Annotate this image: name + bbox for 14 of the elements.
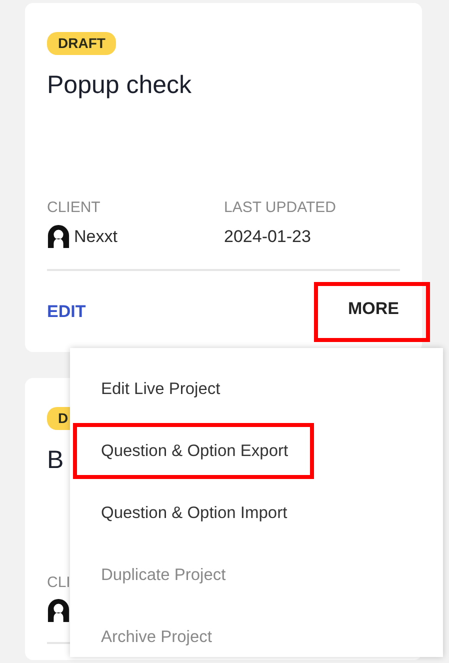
edit-link[interactable]: EDIT — [47, 299, 86, 324]
more-button[interactable]: MORE — [314, 282, 430, 342]
client-label: CLI — [47, 573, 70, 593]
avatar-icon — [47, 598, 70, 622]
updated-label: LAST UPDATED — [224, 198, 336, 218]
project-title: Popup check — [47, 70, 192, 101]
client-label: CLIENT — [47, 198, 102, 218]
project-title: B — [47, 445, 64, 476]
menu-item[interactable]: Question & Option Import — [73, 485, 314, 541]
client-name: Nexxt — [74, 226, 118, 248]
status-badge: DRAFT — [47, 32, 116, 55]
menu-item[interactable]: Question & Option Export — [73, 423, 314, 479]
avatar-icon — [47, 224, 70, 248]
updated-date: 2024-01-23 — [224, 226, 312, 248]
